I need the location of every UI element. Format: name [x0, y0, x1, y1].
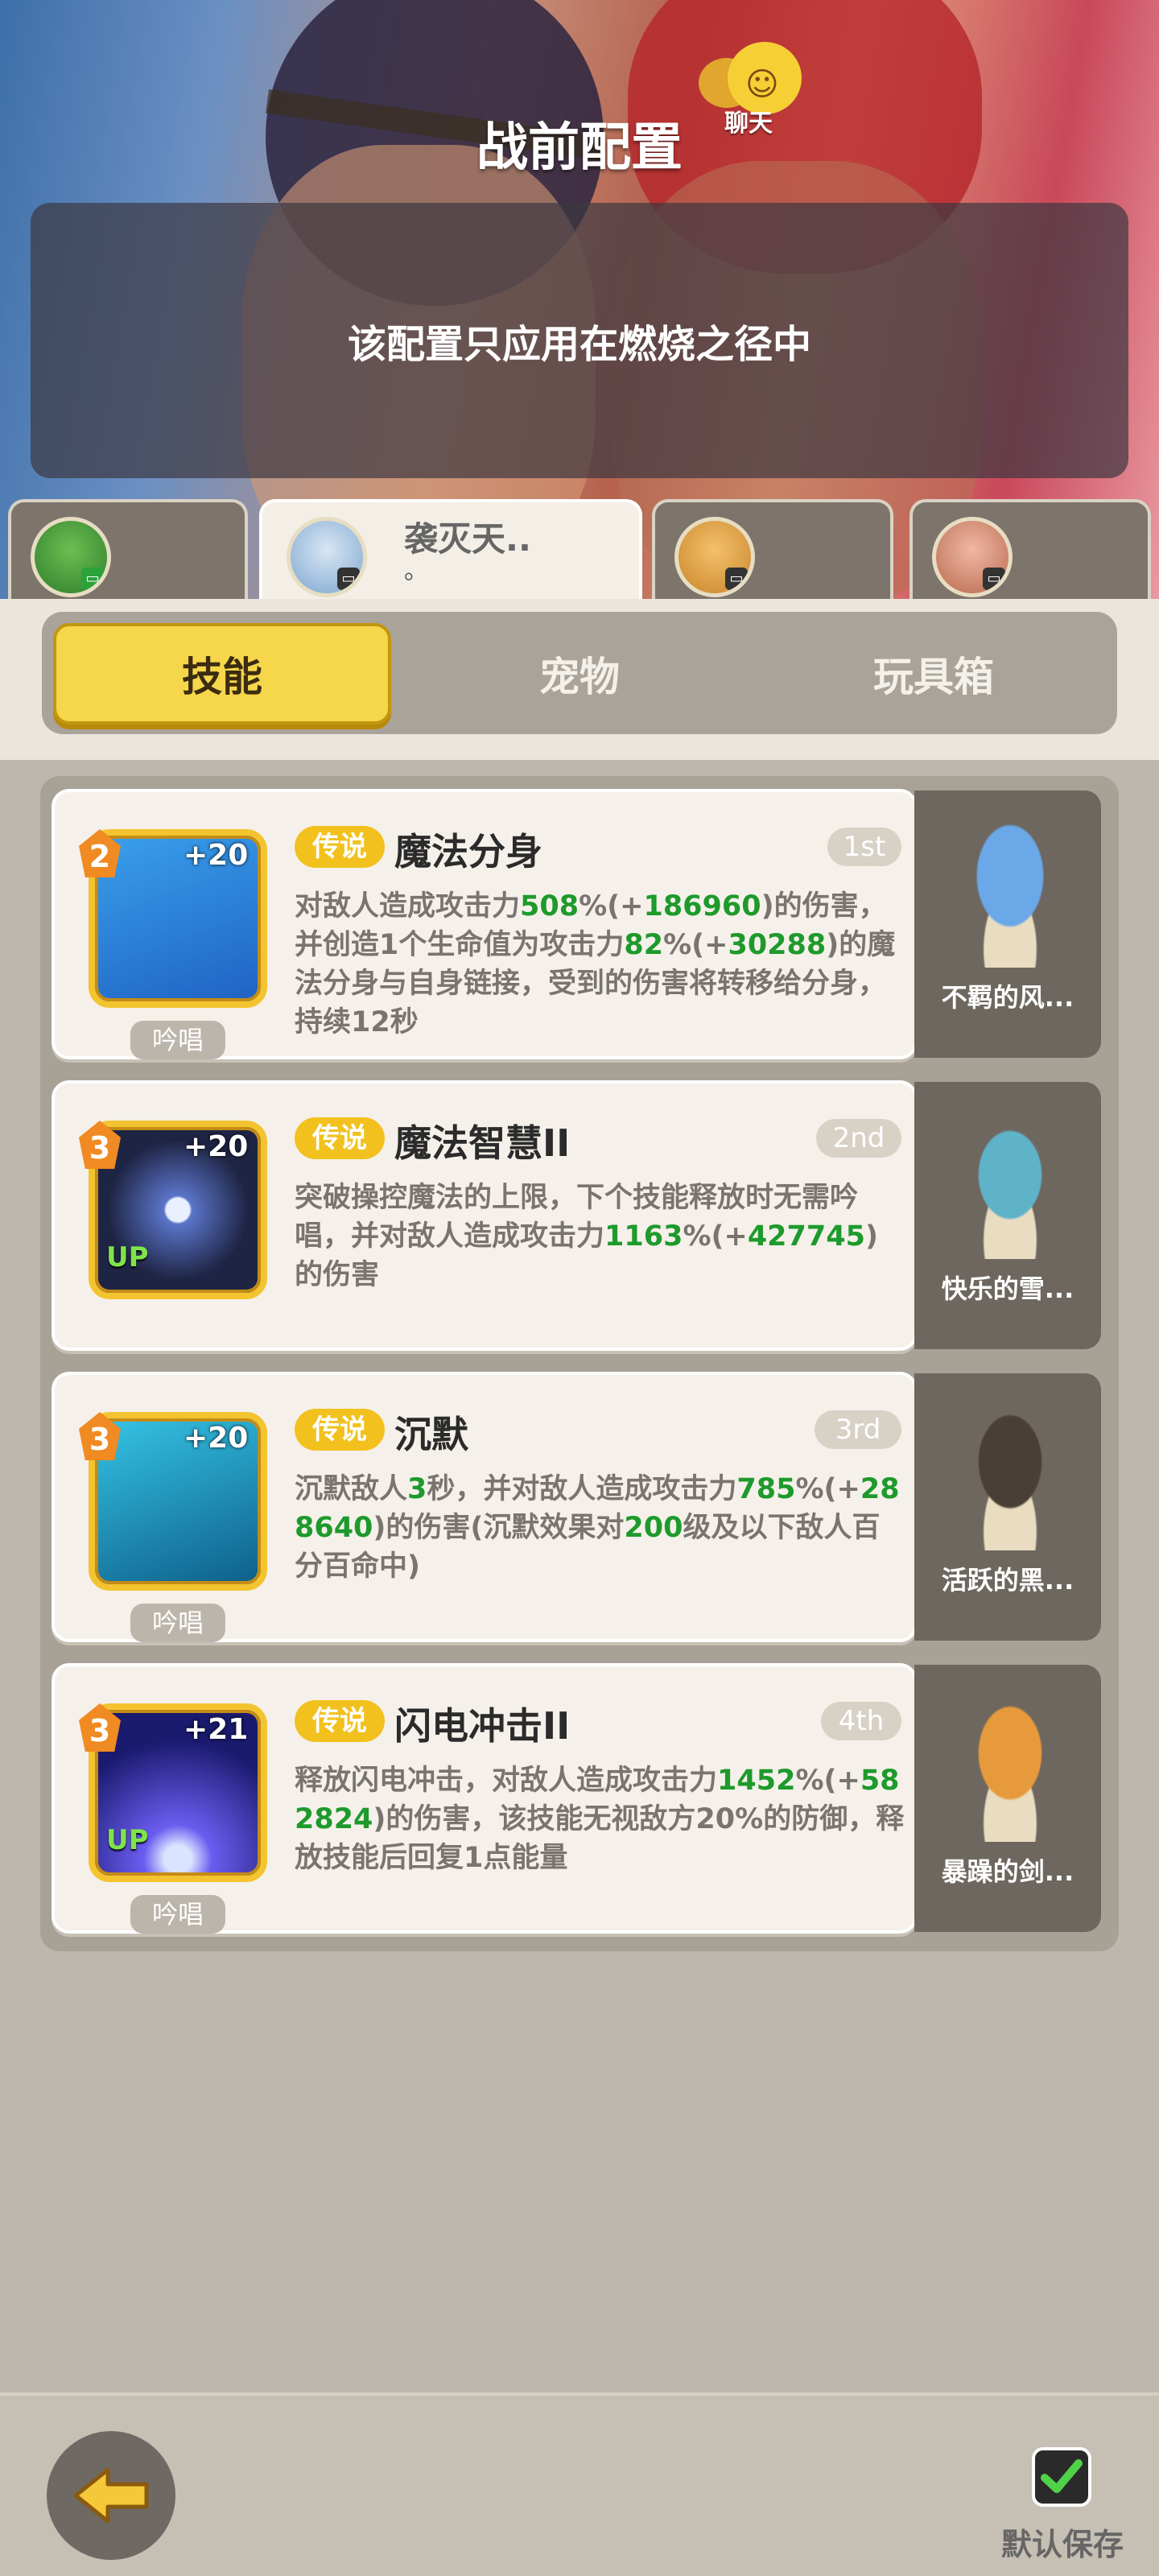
- status-icon: ▭: [725, 568, 748, 590]
- status-icon: ▭: [983, 568, 1005, 590]
- skill-name: 魔法分身: [394, 830, 542, 873]
- avatar: ▭: [287, 517, 367, 597]
- rarity-tag: 传说: [295, 1409, 385, 1451]
- skill-name: 沉默: [394, 1413, 468, 1456]
- pet-slot-2[interactable]: 快乐的雪...: [914, 1082, 1101, 1349]
- skill-description: 对敌人造成攻击力508%(+186960)的伤害，并创造1个生命值为攻击力82%…: [295, 890, 896, 1038]
- back-button[interactable]: [47, 2431, 175, 2560]
- avatar: ▭: [932, 517, 1013, 597]
- skill-rank: 1st: [827, 828, 901, 866]
- status-icon: ▭: [337, 568, 360, 590]
- rarity-tag: 传说: [295, 826, 385, 868]
- tab-skills[interactable]: 技能: [53, 623, 391, 724]
- skill-rank: 3rd: [815, 1410, 901, 1449]
- chat-label: 聊天: [724, 109, 773, 138]
- pet-snow-icon: [950, 1106, 1070, 1259]
- partner-name-line2: 。: [404, 557, 428, 585]
- default-save-toggle[interactable]: 默认保存: [998, 2447, 1127, 2562]
- skill-card-3[interactable]: 3 +20 吟唱 传说 沉默 3rd 沉默敌人3秒，并对敌人造成攻击力785%(…: [52, 1372, 918, 1642]
- notice-text: 该配置只应用在燃烧之径中: [347, 322, 811, 367]
- skill-description: 释放闪电冲击，对敌人造成攻击力1452%(+582824)的伤害，该技能无视敌方…: [295, 1765, 905, 1874]
- skill-card-2[interactable]: 3 +20 UP 传说 魔法智慧II 2nd 突破操控魔法的上限，下个技能释放时…: [52, 1080, 918, 1351]
- partner-tab-4[interactable]: ▭: [909, 499, 1151, 604]
- pet-raccoon-icon: [950, 1689, 1070, 1842]
- pet-name: 快乐的雪...: [941, 1274, 1074, 1304]
- pet-name: 活跃的黑...: [941, 1565, 1074, 1596]
- upgrade-badge: UP: [106, 1824, 149, 1856]
- avatar: ▭: [674, 517, 755, 597]
- skill-bonus: +20: [184, 839, 249, 872]
- cast-badge: 吟唱: [130, 1895, 225, 1934]
- tab-toybox[interactable]: 玩具箱: [765, 623, 1103, 724]
- upgrade-badge: UP: [106, 1241, 149, 1274]
- page-title: 战前配置: [476, 118, 683, 178]
- pet-dragon-icon: [950, 815, 1070, 968]
- skill-description: 突破操控魔法的上限，下个技能释放时无需吟唱，并对敌人造成攻击力1163%(+42…: [295, 1182, 878, 1291]
- cast-badge: 吟唱: [130, 1604, 225, 1642]
- smiley-icon: ☺: [745, 66, 779, 103]
- skill-bonus: +21: [184, 1713, 249, 1746]
- pet-slot-4[interactable]: 暴躁的剑...: [914, 1665, 1101, 1932]
- chat-button[interactable]: ☺ 聊天: [692, 37, 813, 142]
- rarity-tag: 传说: [295, 1117, 385, 1159]
- pet-slot-1[interactable]: 不羁的风...: [914, 791, 1101, 1058]
- partner-tab-1[interactable]: ▭: [8, 499, 248, 604]
- partner-tab-3[interactable]: ▭: [652, 499, 893, 604]
- pet-slot-3[interactable]: 活跃的黑...: [914, 1373, 1101, 1641]
- avatar: ▭: [31, 517, 111, 597]
- skill-bonus: +20: [184, 1422, 249, 1455]
- skill-name: 闪电冲击II: [394, 1704, 571, 1748]
- skill-card-1[interactable]: 2 +20 吟唱 传说 魔法分身 1st 对敌人造成攻击力508%(+18696…: [52, 789, 918, 1059]
- checkbox-checked-icon: [1032, 2447, 1091, 2507]
- skill-name: 魔法智慧II: [394, 1121, 571, 1165]
- back-arrow-icon: [73, 2467, 149, 2524]
- status-icon: ▭: [81, 568, 104, 590]
- pet-name: 暴躁的剑...: [941, 1856, 1074, 1887]
- partner-tab-2[interactable]: ▭ 袭灭天.. 。: [259, 499, 642, 604]
- cast-badge: 吟唱: [130, 1021, 225, 1059]
- skill-bonus: +20: [184, 1130, 249, 1163]
- rarity-tag: 传说: [295, 1700, 385, 1742]
- skill-card-4[interactable]: 3 +21 UP 吟唱 传说 闪电冲击II 4th 释放闪电冲击，对敌人造成攻击…: [52, 1663, 918, 1934]
- skill-description: 沉默敌人3秒，并对敌人造成攻击力785%(+288640)的伤害(沉默效果对20…: [295, 1473, 900, 1583]
- pet-pig-icon: [950, 1397, 1070, 1550]
- skill-rank: 4th: [821, 1702, 901, 1740]
- config-notice: 该配置只应用在燃烧之径中: [31, 203, 1128, 478]
- save-label: 默认保存: [1000, 2527, 1124, 2562]
- skill-rank: 2nd: [816, 1119, 901, 1158]
- tab-pets[interactable]: 宠物: [410, 623, 749, 724]
- pet-name: 不羁的风...: [941, 982, 1074, 1013]
